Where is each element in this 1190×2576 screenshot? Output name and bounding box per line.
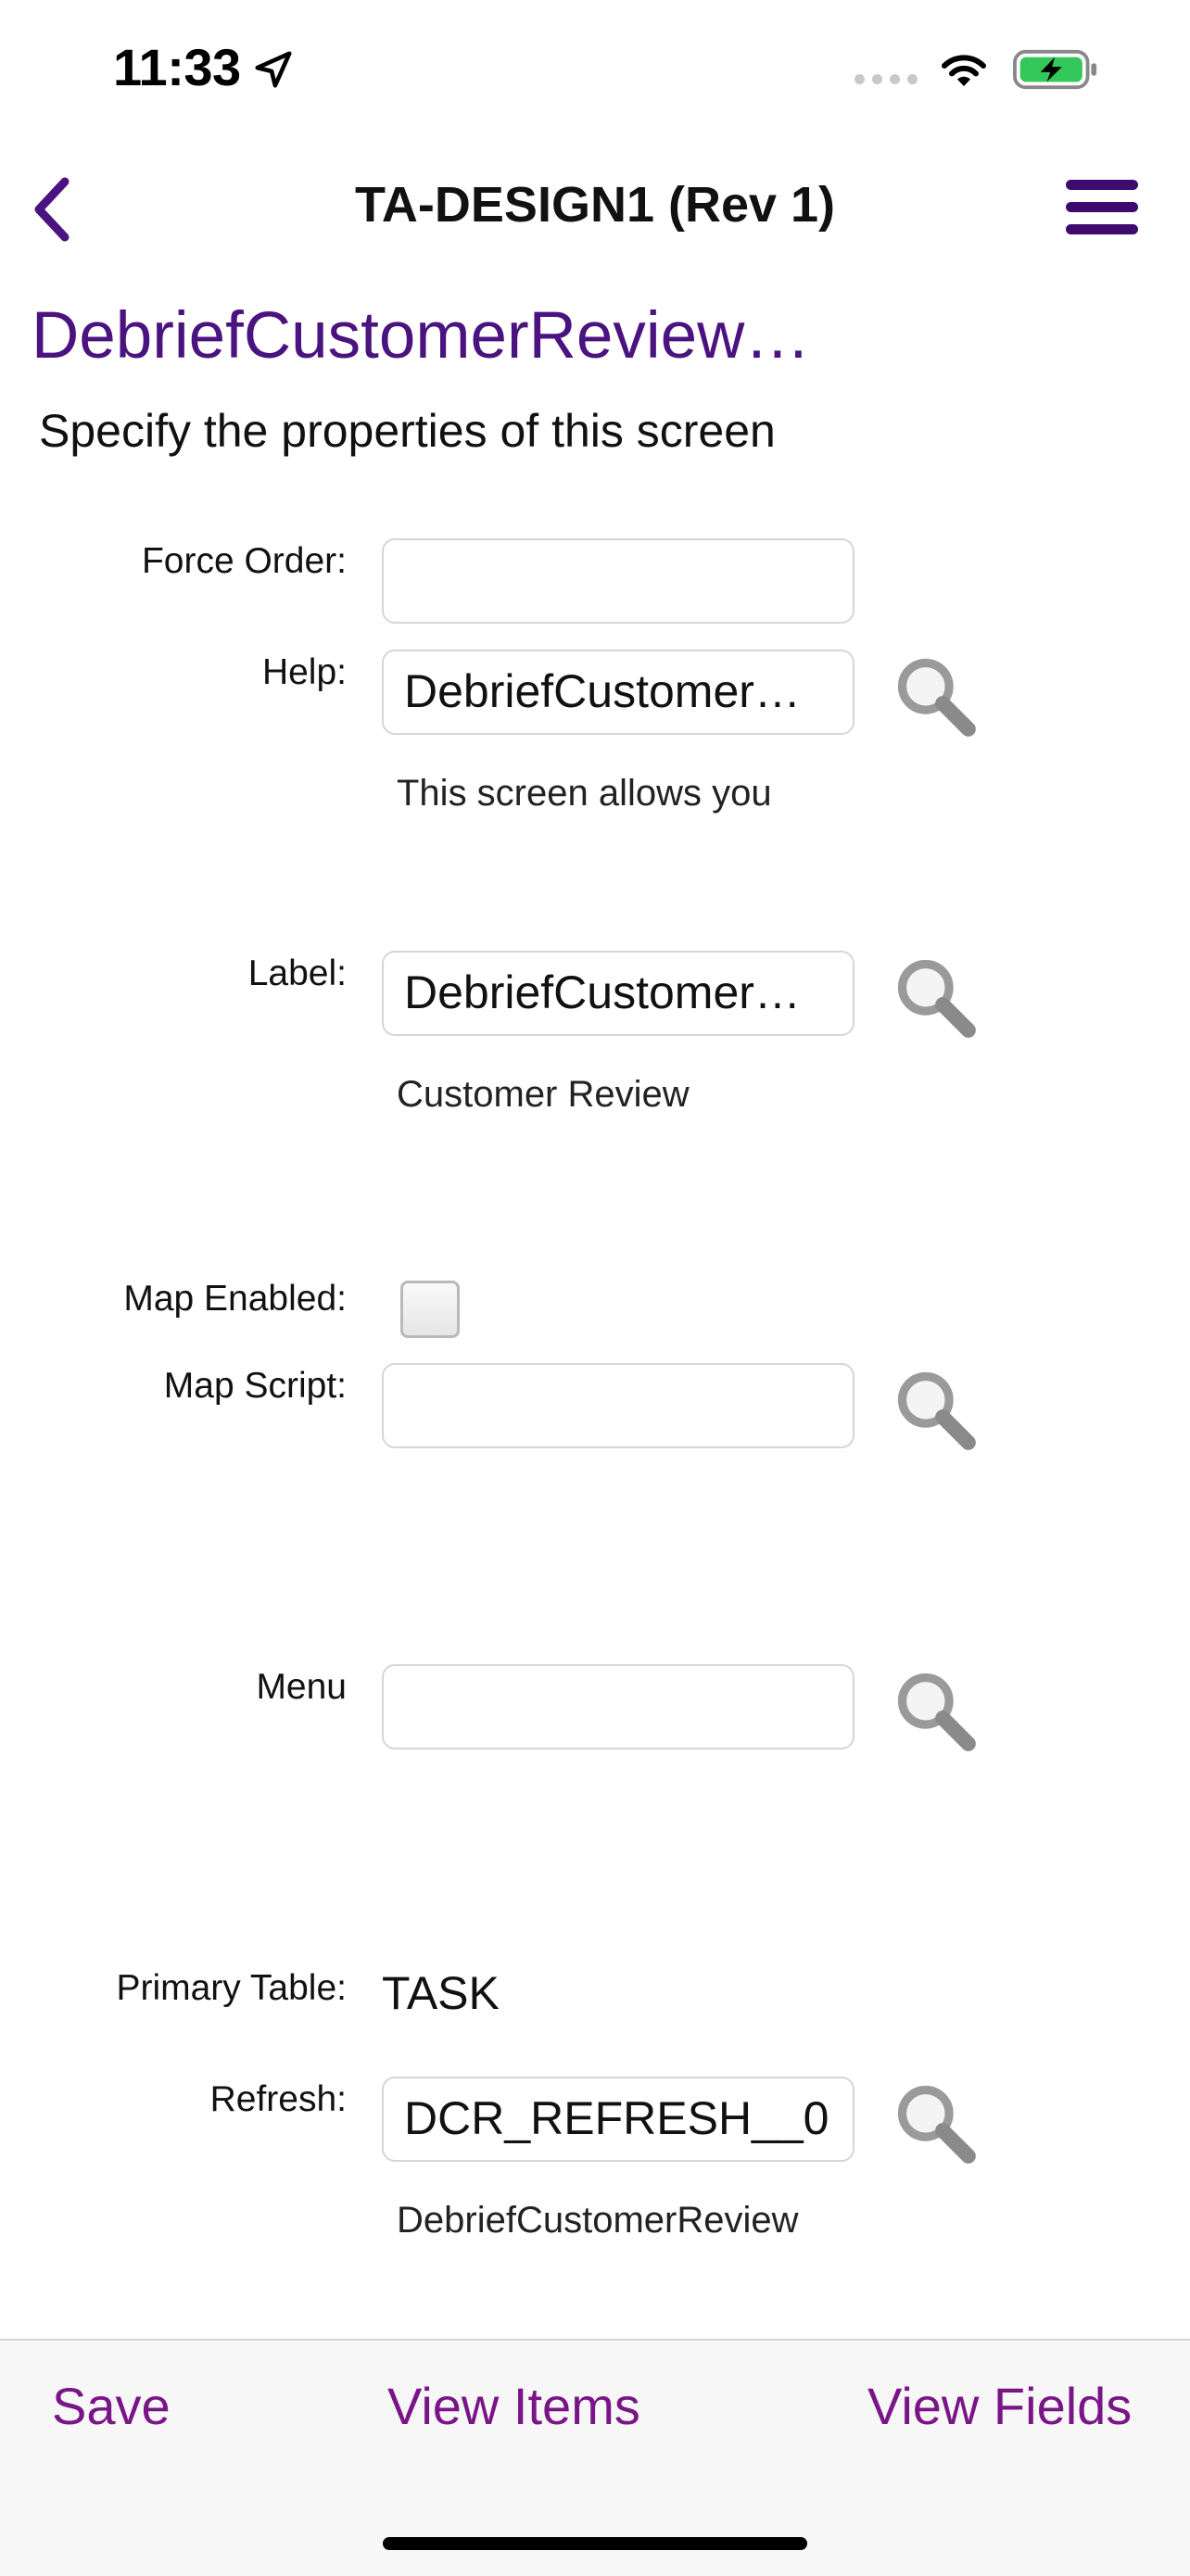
search-icon[interactable] <box>892 953 977 1039</box>
refresh-label: Refresh: <box>209 2079 347 2119</box>
label-description: Customer Review <box>397 1074 690 1115</box>
help-field[interactable]: DebriefCustomer… <box>382 650 855 735</box>
cellular-dots-icon <box>855 74 921 85</box>
search-icon[interactable] <box>892 1366 977 1451</box>
hamburger-menu-icon[interactable] <box>1066 180 1138 239</box>
search-icon[interactable] <box>892 1667 977 1752</box>
menu-label: Menu <box>256 1667 347 1707</box>
map-script-label: Map Script: <box>163 1366 347 1406</box>
menu-field[interactable] <box>382 1664 855 1749</box>
status-time: 11:33 <box>113 38 241 96</box>
refresh-field[interactable]: DCR_REFRESH__0 <box>382 2077 855 2162</box>
nav-title: TA-DESIGN1 (Rev 1) <box>354 177 836 233</box>
refresh-description: DebriefCustomerReview <box>397 2200 799 2241</box>
search-icon[interactable] <box>892 2079 977 2165</box>
home-indicator[interactable] <box>383 2537 807 2550</box>
location-arrow-icon <box>255 51 292 88</box>
search-icon[interactable] <box>892 652 977 738</box>
page-title: DebriefCustomerReview… <box>32 299 811 373</box>
battery-charging-icon <box>1013 49 1097 90</box>
force-order-field[interactable] <box>382 538 855 624</box>
view-items-button[interactable]: View Items <box>387 2376 640 2436</box>
wifi-icon <box>942 55 986 86</box>
map-enabled-checkbox[interactable] <box>400 1281 460 1338</box>
label-field[interactable]: DebriefCustomer… <box>382 951 855 1036</box>
primary-table-value: TASK <box>382 1967 500 2019</box>
view-fields-button[interactable]: View Fields <box>867 2376 1132 2436</box>
primary-table-label: Primary Table: <box>116 1968 347 2008</box>
label-field-label: Label: <box>247 953 347 993</box>
map-enabled-label: Map Enabled: <box>123 1279 347 1319</box>
page-subtitle: Specify the properties of this screen <box>39 405 776 457</box>
save-button[interactable]: Save <box>52 2376 171 2436</box>
help-label: Help: <box>261 652 347 692</box>
force-order-label: Force Order: <box>141 541 347 581</box>
map-script-field[interactable] <box>382 1363 855 1448</box>
help-description: This screen allows you <box>397 773 772 814</box>
